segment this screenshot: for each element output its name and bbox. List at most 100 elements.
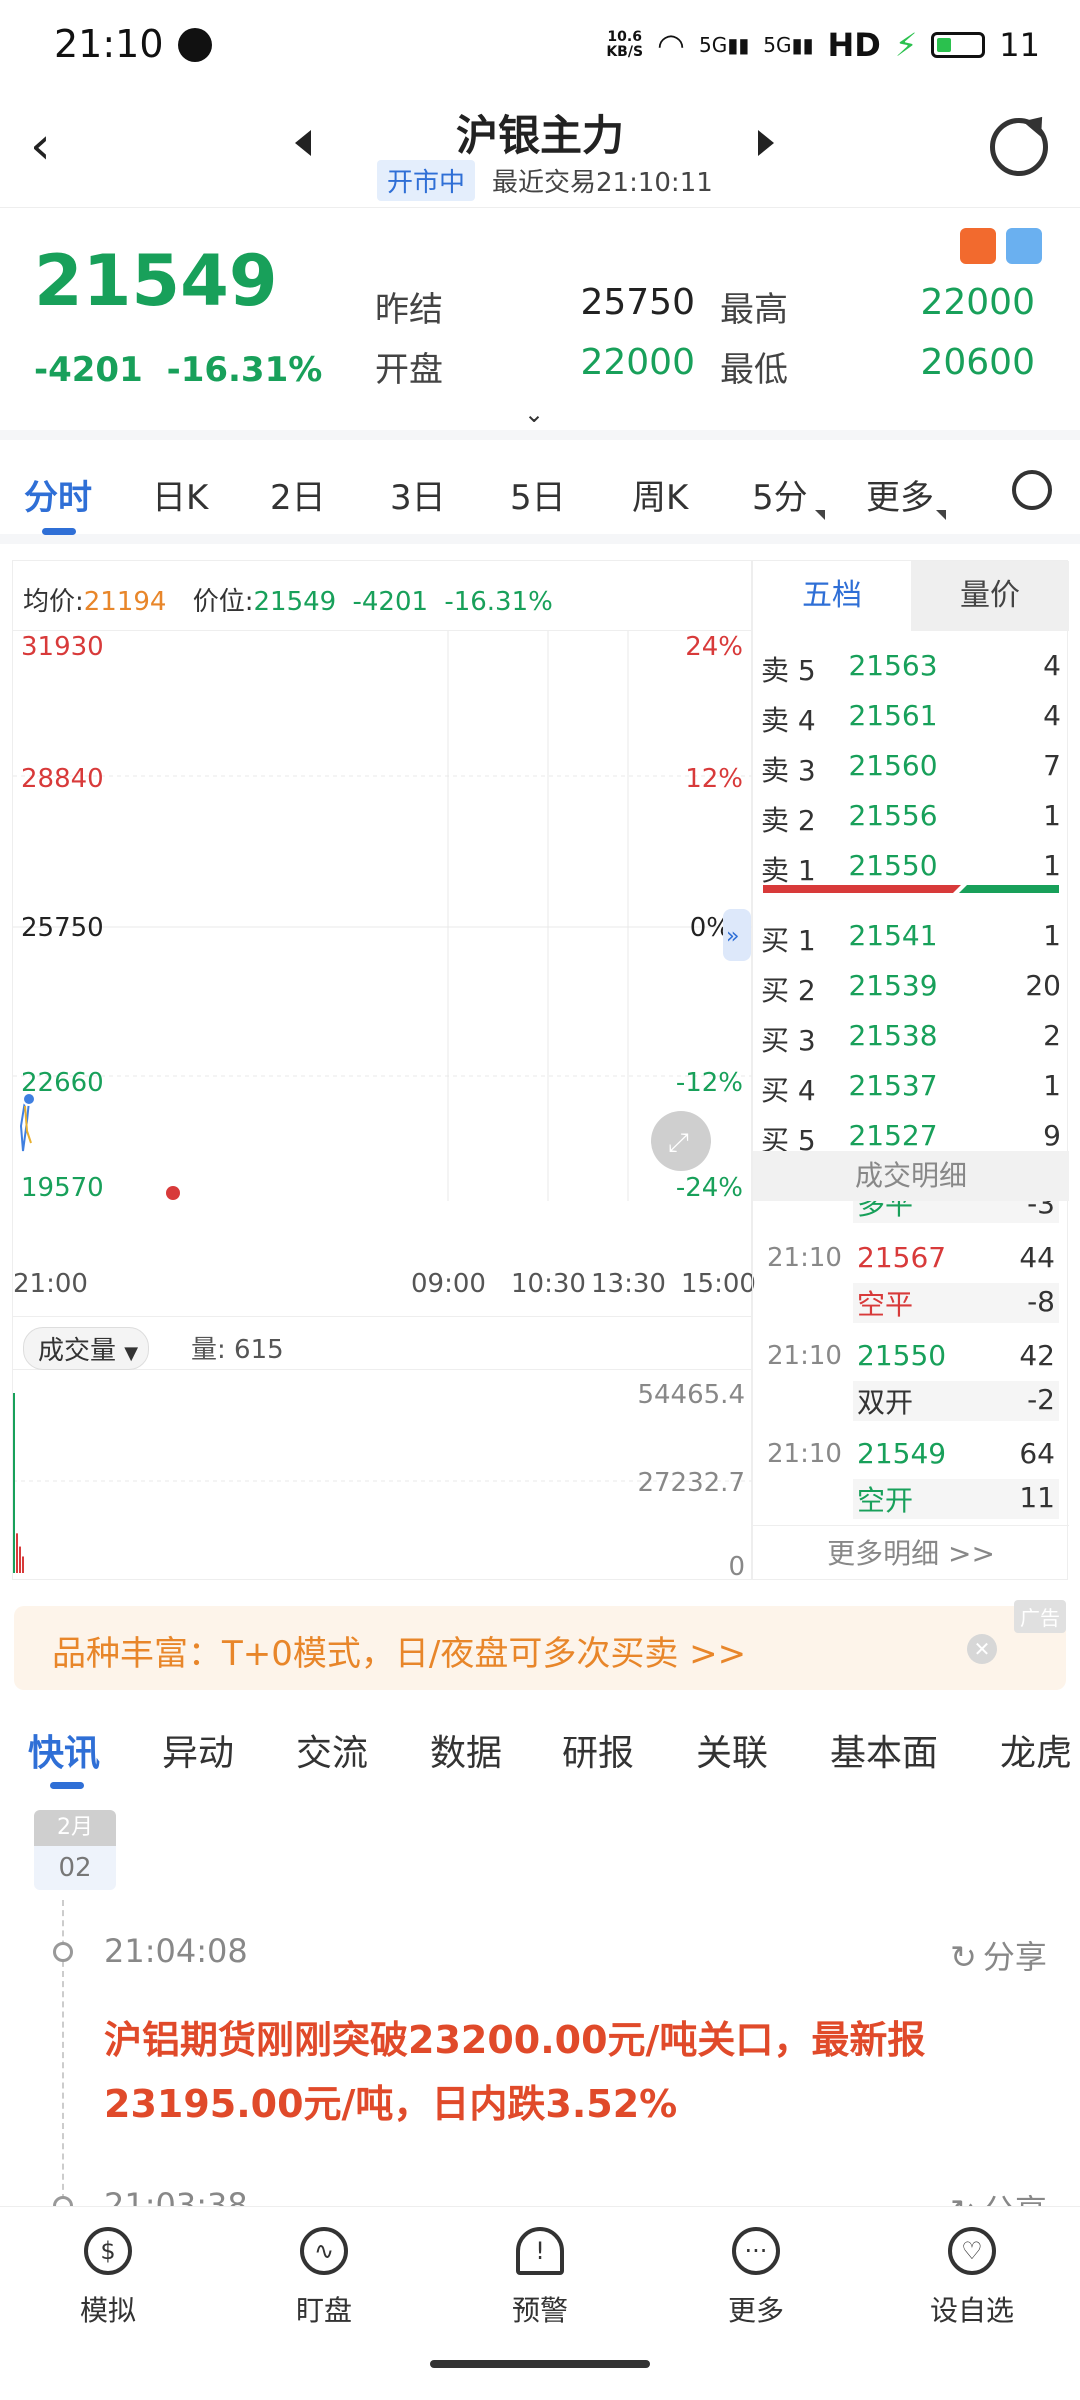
more-detail-link[interactable]: 更多明细 >>: [753, 1525, 1069, 1581]
tab-dragon-tiger[interactable]: 龙虎: [1000, 1724, 1072, 1776]
chart-info-bar: 均价:21194 价位:21549 -4201 -16.31%: [13, 561, 753, 631]
price-change: -4201 -16.31%: [34, 350, 322, 390]
tab-2day[interactable]: 2日: [270, 470, 326, 519]
charging-icon: ⚡: [894, 26, 918, 64]
tab-discussion[interactable]: 交流: [296, 1724, 368, 1776]
pie-chart-icon[interactable]: [1006, 228, 1042, 264]
nav-watch[interactable]: ∿ 盯盘: [216, 2207, 432, 2337]
home-indicator[interactable]: [430, 2360, 650, 2368]
network-speed-unit: KB/S: [606, 44, 644, 60]
tab-volume-price[interactable]: 量价: [911, 561, 1069, 631]
nav-label: 更多: [727, 2294, 784, 2327]
nav-add-watchlist[interactable]: ♡ 设自选: [864, 2207, 1080, 2337]
news-headline[interactable]: 沪铝期货刚刚突破23200.00元/吨关口，最新报23195.00元/吨，日内跌…: [104, 2008, 1004, 2136]
price-value: 21549: [253, 587, 337, 617]
tab-five-levels[interactable]: 五档: [753, 561, 911, 631]
volume-bar: [16, 1533, 18, 1573]
wifi-icon: ◠: [657, 26, 685, 64]
ask-row: 卖 5 21563 4: [761, 649, 1061, 687]
x-tick: 10:30: [511, 1269, 586, 1299]
volume-indicator-label: 成交量: [38, 1336, 117, 1366]
caret-down-icon: ▼: [124, 1343, 139, 1364]
timeline-dot: [53, 1942, 73, 1962]
volume-toolbar: 成交量 ▼ 量: 615: [13, 1316, 753, 1370]
y-tick-left: 22660: [21, 1068, 104, 1098]
market-status-badge: 开市中: [377, 160, 476, 201]
tab-movements[interactable]: 异动: [162, 1724, 234, 1776]
y-tick-right: 12%: [685, 764, 743, 794]
low-label: 最低: [720, 350, 788, 390]
vol-tick: 27232.7: [637, 1468, 745, 1498]
current-price-marker: [22, 1092, 36, 1106]
heart-plus-icon: ♡: [948, 2227, 996, 2275]
share-icon: ↻: [950, 1938, 977, 1976]
alarm-icon: !: [516, 2227, 564, 2275]
volume-indicator-select[interactable]: 成交量 ▼: [23, 1327, 150, 1370]
network-speed: 10.6 KB/S: [606, 30, 643, 60]
tab-weekly-k[interactable]: 周K: [632, 470, 688, 519]
notification-dot-icon: [178, 28, 212, 62]
bid-ratio: [959, 885, 1059, 893]
tab-3day[interactable]: 3日: [390, 470, 446, 519]
y-tick-right: -24%: [676, 1173, 743, 1201]
avg-label: 均价:: [23, 587, 84, 617]
price-label: 价位:: [192, 587, 254, 617]
expand-icon: ⤢: [668, 1128, 689, 1158]
open-label: 开盘: [375, 350, 443, 390]
avg-value: 21194: [83, 587, 167, 617]
prev-settle-value: 25750: [580, 282, 695, 323]
tab-5min[interactable]: 5分: [752, 470, 808, 519]
price-change-value: -4201: [352, 587, 429, 617]
refresh-icon[interactable]: [990, 118, 1048, 176]
tab-data[interactable]: 数据: [430, 1724, 502, 1776]
tab-more[interactable]: 更多: [866, 470, 934, 519]
tab-related[interactable]: 关联: [696, 1724, 768, 1776]
y-tick-left: 25750: [21, 913, 104, 943]
trade-row: 21:10 21549 64 空开 11: [753, 1435, 1069, 1531]
signal-icon: 5G▮▮: [698, 33, 750, 57]
price-change-percent: -16.31%: [444, 587, 553, 617]
ask-row: 卖 2 21556 1: [761, 799, 1061, 837]
date-month: 2月: [34, 1810, 116, 1846]
next-contract-button[interactable]: [758, 130, 788, 170]
share-button[interactable]: ↻分享: [950, 1932, 1047, 1978]
news-icon[interactable]: [960, 228, 996, 264]
tab-daily-k[interactable]: 日K: [152, 470, 208, 519]
trade-row: 21:10 21550 42 双开 -2: [753, 1337, 1069, 1433]
status-time: 21:10: [54, 22, 164, 66]
high-label: 最高: [720, 290, 788, 330]
status-bar: 21:10 10.6 KB/S ◠ 5G▮▮ 5G▮▮ HD ⚡ 11: [0, 0, 1080, 90]
tab-flash-news[interactable]: 快讯: [28, 1724, 100, 1776]
last-price: 21549: [34, 240, 278, 322]
bid-row: 买 3 21538 2: [761, 1019, 1061, 1057]
nav-label: 设自选: [929, 2294, 1014, 2327]
volume-value: 量: 615: [191, 1335, 284, 1365]
battery-level: 11: [999, 26, 1040, 64]
close-icon[interactable]: ✕: [967, 1634, 997, 1664]
trade-detail-header[interactable]: 成交明细: [753, 1151, 1069, 1201]
bid-row: 买 4 21537 1: [761, 1069, 1061, 1107]
nav-more[interactable]: ··· 更多: [648, 2207, 864, 2337]
gear-icon[interactable]: [1012, 470, 1052, 510]
x-tick: 09:00: [411, 1269, 486, 1299]
order-book-tabs: 五档 量价: [753, 561, 1069, 631]
trade-row: 21:10 21567 44 空平 -8: [753, 1239, 1069, 1335]
nav-simulate[interactable]: $ 模拟: [0, 2207, 216, 2337]
more-dots-icon: ···: [732, 2227, 780, 2275]
bottom-nav: $ 模拟 ∿ 盯盘 ! 预警 ··· 更多 ♡ 设自选: [0, 2206, 1080, 2336]
volume-bar: [22, 1556, 24, 1573]
date-day: 02: [34, 1846, 116, 1890]
intraday-chart: 均价:21194 价位:21549 -4201 -16.31% 31930 28…: [12, 560, 756, 1581]
nav-alert[interactable]: ! 预警: [432, 2207, 648, 2337]
tab-research[interactable]: 研报: [562, 1724, 634, 1776]
ad-banner[interactable]: 品种丰富：T+0模式，日/夜盘可多次买卖 >> 广告 ✕: [14, 1600, 1066, 1690]
network-speed-value: 10.6: [607, 29, 642, 45]
tab-intraday[interactable]: 分时: [24, 470, 92, 519]
magnifier-chart-icon: ∿: [300, 2227, 348, 2275]
volume-chart-canvas[interactable]: 54465.4 27232.7 0: [13, 1373, 753, 1581]
dropdown-corner-icon: [936, 510, 946, 520]
tab-fundamentals[interactable]: 基本面: [830, 1724, 938, 1776]
price-chart-canvas[interactable]: 31930 28840 25750 22660 19570 24% 12% 0%…: [13, 631, 753, 1201]
chevron-down-icon[interactable]: ⌄: [524, 400, 544, 428]
tab-5day[interactable]: 5日: [510, 470, 566, 519]
